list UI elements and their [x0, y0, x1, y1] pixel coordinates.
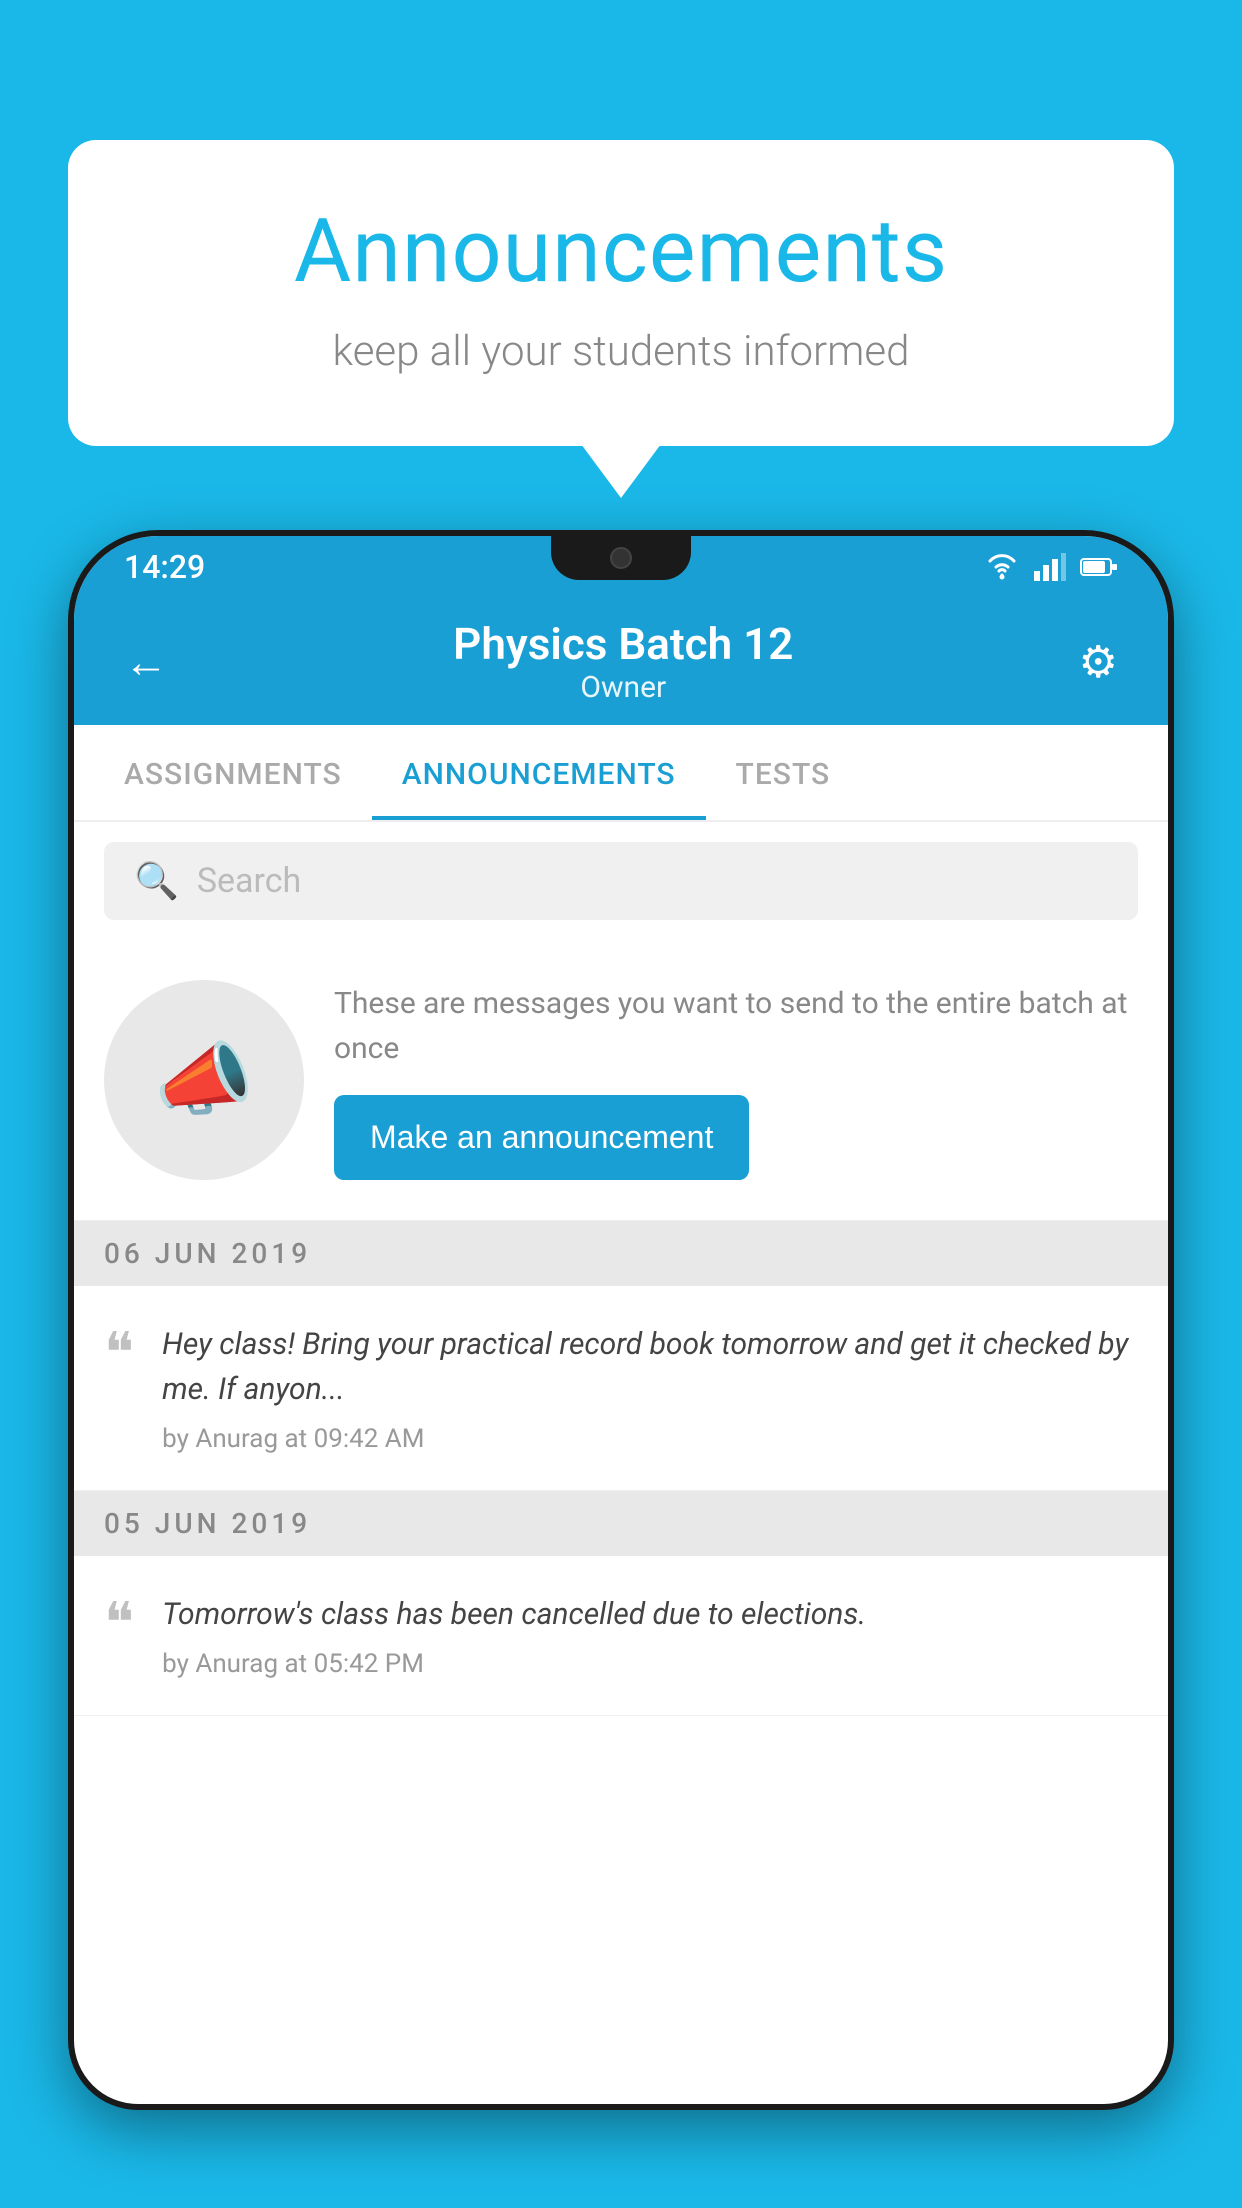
- settings-icon[interactable]: ⚙: [1079, 636, 1118, 688]
- bubble-subtitle: keep all your students informed: [148, 327, 1094, 376]
- phone-screen: 14:29: [74, 536, 1168, 2104]
- megaphone-icon: 📣: [154, 1033, 254, 1127]
- phone-notch: [551, 536, 691, 580]
- tab-tests[interactable]: TESTS: [706, 725, 861, 820]
- announcement-item-1[interactable]: ❝ Hey class! Bring your practical record…: [74, 1286, 1168, 1491]
- header-title: Physics Batch 12: [168, 618, 1079, 670]
- make-announcement-button[interactable]: Make an announcement: [334, 1095, 749, 1180]
- header-subtitle: Owner: [168, 670, 1079, 705]
- app-header: ← Physics Batch 12 Owner ⚙: [74, 598, 1168, 725]
- promo-description: These are messages you want to send to t…: [334, 981, 1138, 1071]
- quote-icon-2: ❝: [104, 1596, 134, 1652]
- status-time: 14:29: [124, 548, 205, 586]
- announcement-meta-2: by Anurag at 05:42 PM: [162, 1649, 1138, 1679]
- announcement-content-2: Tomorrow's class has been cancelled due …: [162, 1592, 1138, 1679]
- phone-container: 14:29: [68, 530, 1174, 2208]
- tab-announcements[interactable]: ANNOUNCEMENTS: [372, 725, 706, 820]
- signal-icon: [1034, 553, 1066, 581]
- camera: [610, 547, 632, 569]
- tab-assignments[interactable]: ASSIGNMENTS: [94, 725, 372, 820]
- header-center: Physics Batch 12 Owner: [168, 618, 1079, 705]
- quote-icon-1: ❝: [104, 1326, 134, 1382]
- announcement-text-2: Tomorrow's class has been cancelled due …: [162, 1592, 1138, 1637]
- status-icons: [984, 553, 1118, 581]
- promo-right: These are messages you want to send to t…: [334, 981, 1138, 1180]
- search-container: 🔍 Search: [74, 822, 1168, 940]
- speech-bubble: Announcements keep all your students inf…: [68, 140, 1174, 446]
- phone-outer: 14:29: [68, 530, 1174, 2110]
- back-button[interactable]: ←: [124, 636, 168, 688]
- search-bar[interactable]: 🔍 Search: [104, 842, 1138, 920]
- announcement-item-2[interactable]: ❝ Tomorrow's class has been cancelled du…: [74, 1556, 1168, 1716]
- speech-bubble-area: Announcements keep all your students inf…: [68, 140, 1174, 446]
- announcement-meta-1: by Anurag at 09:42 AM: [162, 1424, 1138, 1454]
- battery-icon: [1080, 556, 1118, 578]
- bubble-title: Announcements: [148, 200, 1094, 303]
- promo-icon-circle: 📣: [104, 980, 304, 1180]
- search-placeholder: Search: [197, 861, 301, 901]
- announcement-text-1: Hey class! Bring your practical record b…: [162, 1322, 1138, 1412]
- promo-block: 📣 These are messages you want to send to…: [74, 940, 1168, 1221]
- date-separator-1: 06 JUN 2019: [74, 1221, 1168, 1286]
- tabs-bar: ASSIGNMENTS ANNOUNCEMENTS TESTS: [74, 725, 1168, 822]
- announcement-content-1: Hey class! Bring your practical record b…: [162, 1322, 1138, 1454]
- search-icon: 🔍: [134, 860, 179, 902]
- date-separator-2: 05 JUN 2019: [74, 1491, 1168, 1556]
- wifi-icon: [984, 553, 1020, 581]
